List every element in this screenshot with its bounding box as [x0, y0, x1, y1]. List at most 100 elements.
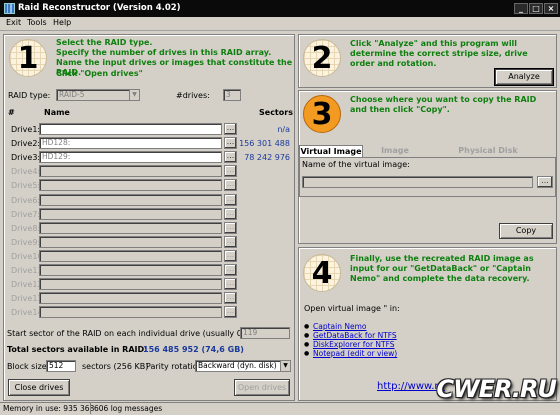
- step2-text: Click "Analyze" and this program will de…: [350, 39, 528, 68]
- close-drives-button[interactable]: Close drives: [8, 379, 70, 396]
- drive-browse-button[interactable]: ...: [224, 208, 237, 220]
- step4-text: Finally, use the recreated RAID image as…: [350, 254, 534, 283]
- watermark-logo: CWER.RU: [436, 375, 557, 403]
- drives-count-label: #drives:: [176, 91, 210, 100]
- block-size-label: Block size:: [7, 362, 50, 371]
- step1-panel: 1 Select the RAID type. Specify the numb…: [3, 34, 295, 401]
- drive-browse-button[interactable]: ...: [224, 179, 237, 191]
- step2-number: 2: [303, 39, 341, 77]
- drive-browse-button[interactable]: ...: [224, 194, 237, 206]
- status-bar: Memory in use: 935 368 606 log messages: [0, 402, 560, 415]
- drive-name-field[interactable]: [39, 306, 222, 318]
- app-window: Raid Reconstructor (Version 4.02) _ □ × …: [0, 0, 560, 415]
- drive-browse-button[interactable]: ...: [224, 292, 237, 304]
- drive-sectors: n/a: [277, 125, 290, 134]
- drive-browse-button[interactable]: ...: [224, 137, 237, 149]
- start-sector-label: Start sector of the RAID on each individ…: [7, 329, 248, 338]
- parity-select[interactable]: Backward (dyn. disk) ▼: [195, 360, 291, 372]
- drive-label: Drive4:: [11, 167, 41, 176]
- menu-help[interactable]: Help: [53, 18, 71, 27]
- step1-line2: Specify the number of drives in this RAI…: [56, 48, 272, 57]
- drive-browse-button[interactable]: ...: [224, 123, 237, 135]
- drive-browse-button[interactable]: ...: [224, 278, 237, 290]
- close-window-button[interactable]: ×: [544, 3, 558, 14]
- menu-tools[interactable]: Tools: [27, 18, 47, 27]
- total-sectors-value: 156 485 952 (74,6 GB): [143, 345, 244, 354]
- memory-status: Memory in use: 935 368: [3, 404, 95, 413]
- title-bar: Raid Reconstructor (Version 4.02) _ □ ×: [0, 0, 560, 17]
- maximize-button[interactable]: □: [529, 3, 543, 14]
- drive-name-field[interactable]: [39, 222, 222, 234]
- total-sectors-label: Total sectors available in RAID:: [7, 345, 148, 354]
- app-icon: [4, 3, 15, 14]
- drive-label: Drive9:: [11, 238, 41, 247]
- drive-name-field[interactable]: HD129:: [39, 151, 222, 163]
- bullet-icon: ●: [304, 323, 310, 330]
- drive-label: Drive6:: [11, 196, 41, 205]
- col-hash-header: #: [8, 108, 15, 117]
- raid-type-value: RAID-5: [59, 90, 85, 99]
- minimize-button[interactable]: _: [514, 3, 528, 14]
- raid-type-select[interactable]: RAID-5 ▼: [56, 89, 140, 101]
- drive-browse-button[interactable]: ...: [224, 236, 237, 248]
- drive-browse-button[interactable]: ...: [224, 165, 237, 177]
- step3-number: 3: [303, 95, 341, 133]
- drive-label: Drive2:: [11, 139, 41, 148]
- drive-browse-button[interactable]: ...: [224, 222, 237, 234]
- drive-browse-button[interactable]: ...: [224, 250, 237, 262]
- drive-browse-button[interactable]: ...: [224, 306, 237, 318]
- step1-line1: Select the RAID type.: [56, 38, 153, 47]
- open-drives-button[interactable]: Open drives: [234, 379, 290, 396]
- drive-label: Drive7:: [11, 210, 41, 219]
- drive-name-field[interactable]: [39, 236, 222, 248]
- browse-image-button[interactable]: ...: [537, 176, 553, 188]
- drive-sectors: 78 242 976: [244, 153, 290, 162]
- menu-exit[interactable]: Exit: [6, 18, 21, 27]
- open-image-label: Open virtual image " in:: [304, 304, 400, 313]
- step4-number: 4: [303, 254, 341, 292]
- drive-name-field[interactable]: [39, 208, 222, 220]
- drive-browse-button[interactable]: ...: [224, 151, 237, 163]
- website-link[interactable]: http://www.ru: [377, 381, 445, 392]
- log-status: 606 log messages: [94, 404, 163, 413]
- drives-count-field[interactable]: 3: [223, 89, 241, 101]
- link-captain-nemo[interactable]: Captain Nemo: [313, 322, 366, 331]
- drive-name-field[interactable]: [39, 278, 222, 290]
- parity-value: Backward (dyn. disk): [198, 361, 277, 370]
- drive-name-field[interactable]: [39, 250, 222, 262]
- drive-sectors: 156 301 488: [239, 139, 290, 148]
- drive-name-field[interactable]: [39, 123, 222, 135]
- analyze-button[interactable]: Analyze: [494, 68, 554, 86]
- menu-bar: Exit Tools Help: [0, 17, 560, 31]
- block-size-field[interactable]: 512: [46, 360, 76, 372]
- copy-button[interactable]: Copy: [499, 223, 553, 239]
- drive-name-field[interactable]: [39, 194, 222, 206]
- drive-label: Drive1:: [11, 125, 41, 134]
- link-diskexplorer-ntfs[interactable]: DiskExplorer for NTFS: [313, 340, 395, 349]
- drive-name-field[interactable]: [39, 292, 222, 304]
- col-name-header: Name: [44, 108, 70, 117]
- drive-name-field[interactable]: HD128:: [39, 137, 222, 149]
- raid-type-label: RAID type:: [8, 91, 51, 100]
- drive-name-field[interactable]: [39, 264, 222, 276]
- link-getdataback-ntfs[interactable]: GetDataBack for NTFS: [313, 331, 397, 340]
- window-title: Raid Reconstructor (Version 4.02): [18, 3, 181, 13]
- chevron-down-icon: ▼: [280, 361, 290, 371]
- step1-line4: Click "Open drives": [56, 69, 143, 78]
- image-name-label: Name of the virtual image:: [302, 160, 410, 169]
- block-size-unit: sectors (256 KB): [82, 362, 149, 371]
- image-name-field[interactable]: [302, 176, 533, 188]
- virtual-image-tab-panel: Name of the virtual image: ...: [299, 157, 556, 197]
- start-sector-field[interactable]: 119: [240, 327, 290, 339]
- step2-panel: 2 Click "Analyze" and this program will …: [298, 34, 557, 88]
- drive-browse-button[interactable]: ...: [224, 264, 237, 276]
- drive-name-field[interactable]: [39, 179, 222, 191]
- status-divider: [90, 403, 91, 414]
- step1-number: 1: [9, 39, 47, 77]
- col-sectors-header: Sectors: [259, 108, 293, 117]
- step3-text: Choose where you want to copy the RAID a…: [350, 95, 537, 114]
- drive-label: Drive5:: [11, 181, 41, 190]
- drive-label: Drive8:: [11, 224, 41, 233]
- link-notepad[interactable]: Notepad (edit or view): [313, 349, 397, 358]
- drive-name-field[interactable]: [39, 165, 222, 177]
